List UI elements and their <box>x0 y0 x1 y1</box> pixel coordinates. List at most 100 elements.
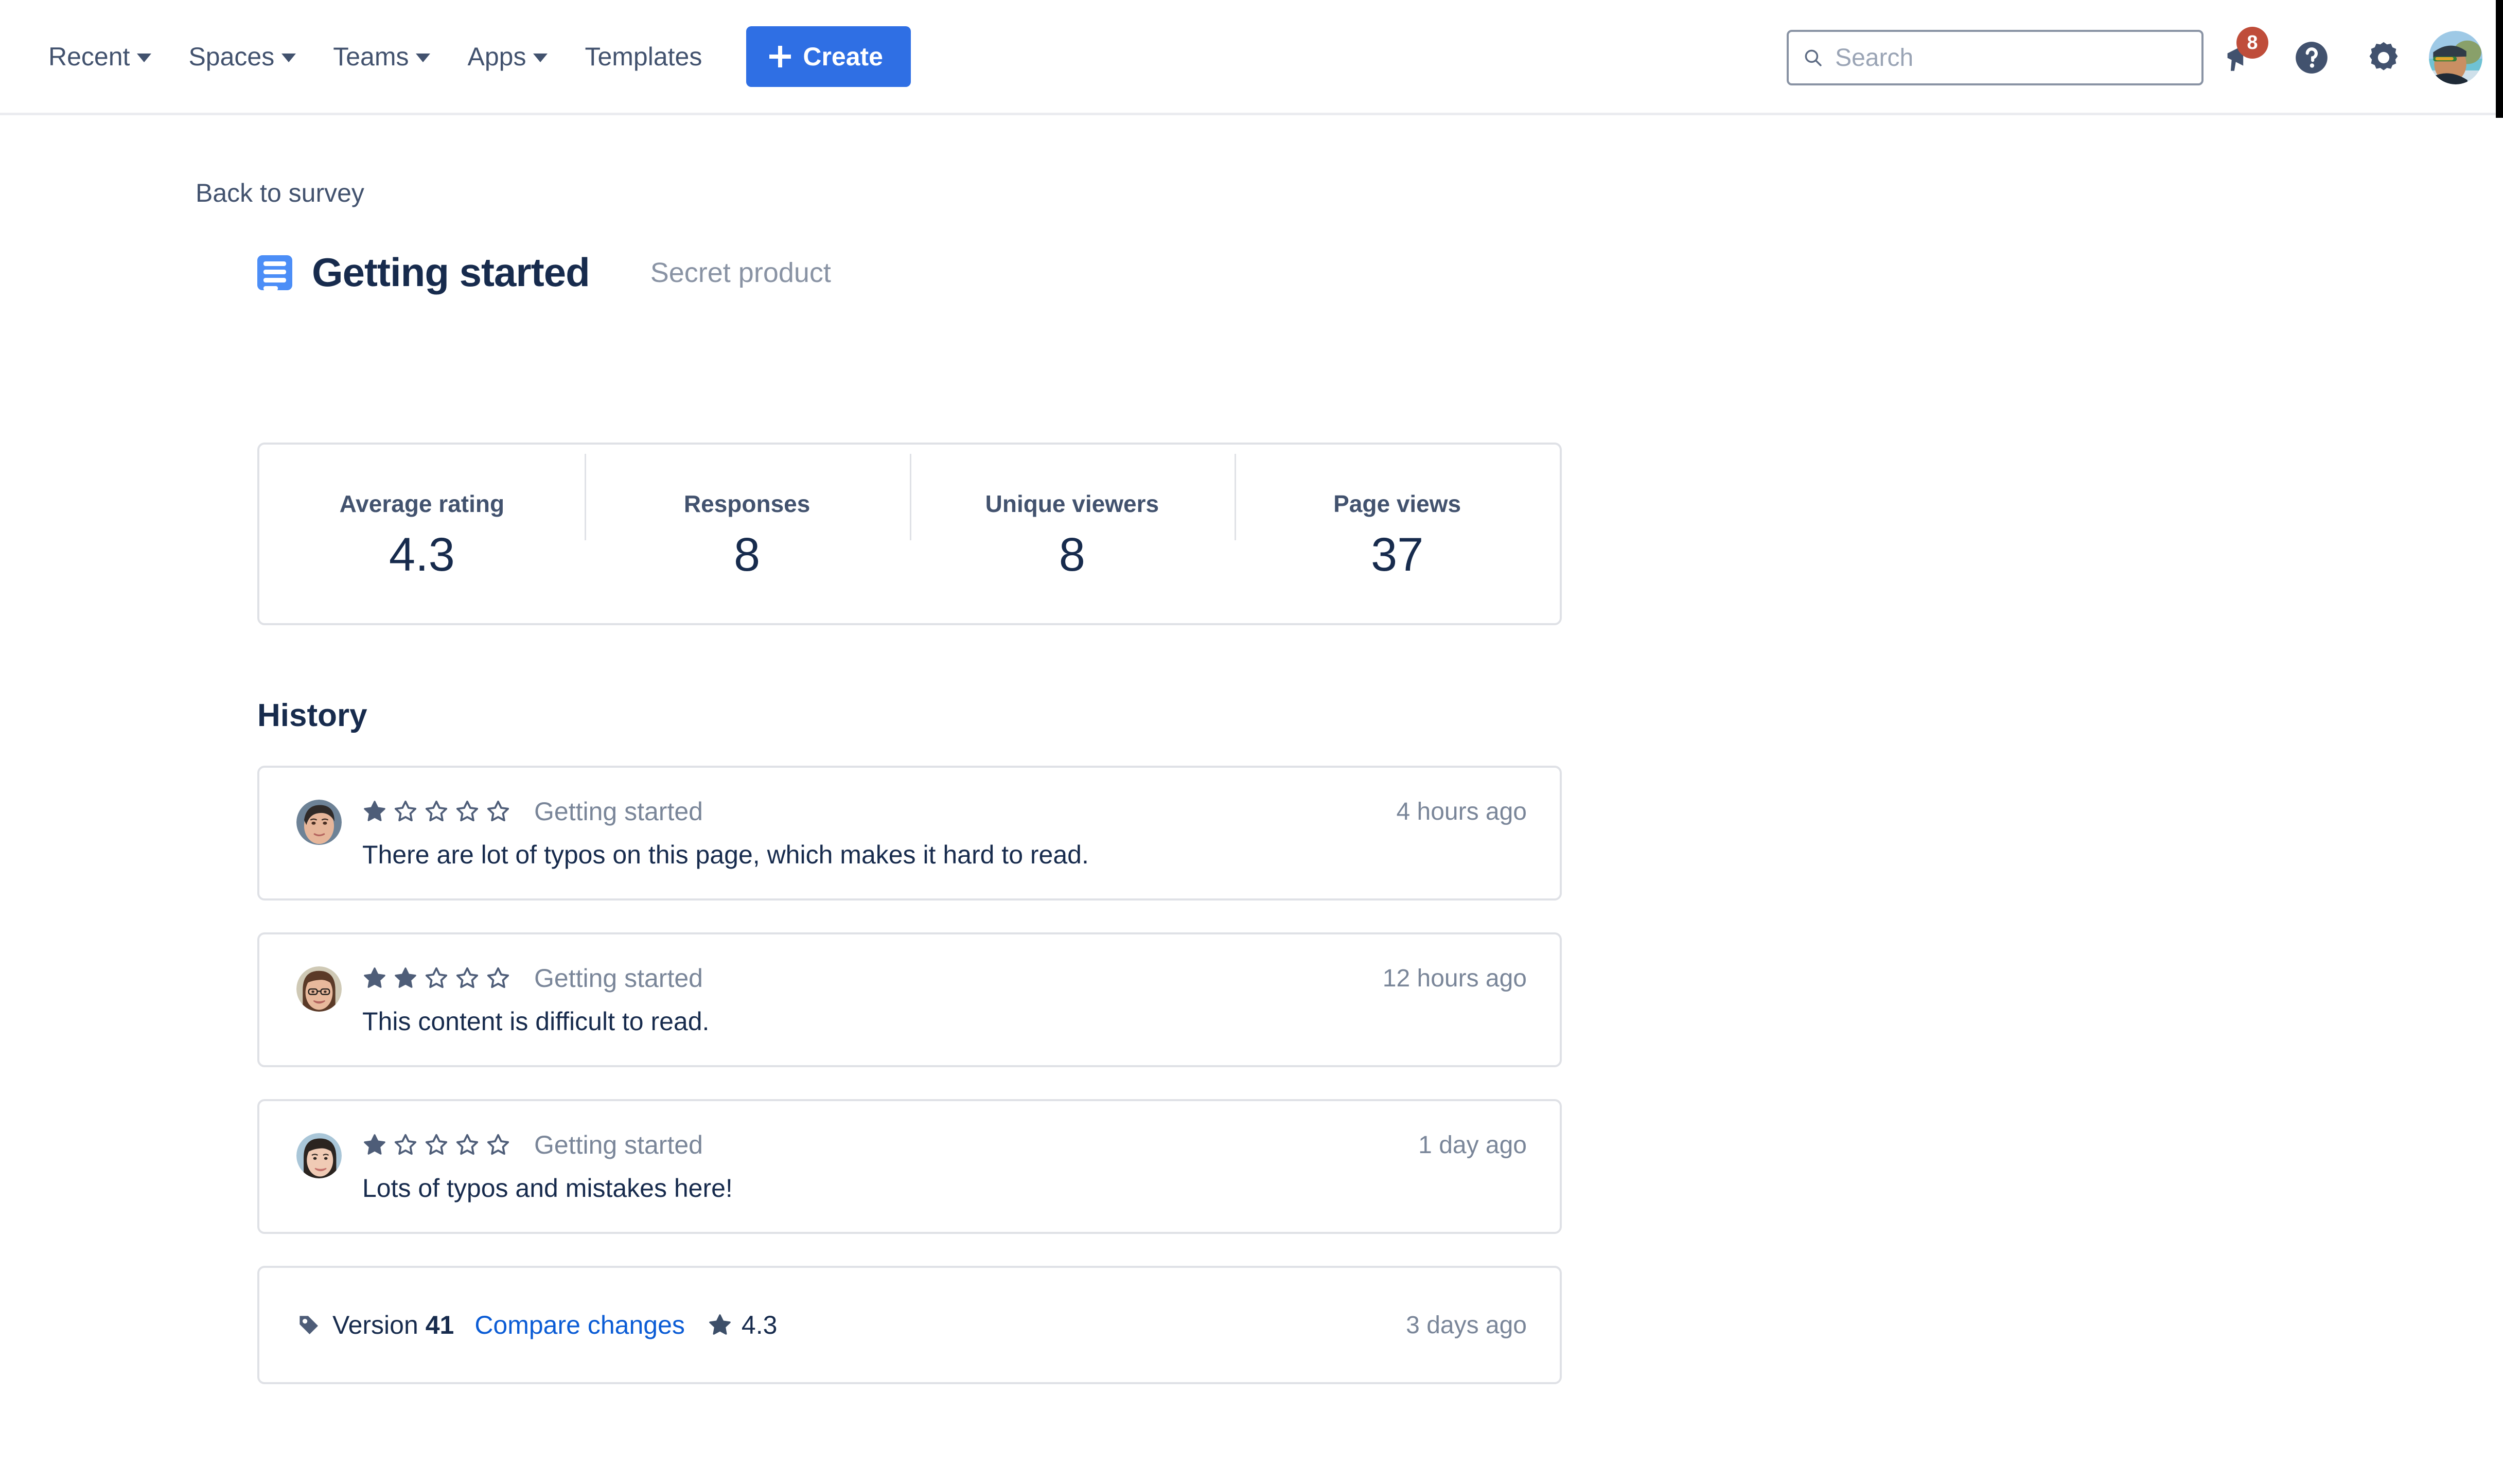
review-header: Getting started 4 hours ago <box>362 797 1527 826</box>
nav-item-label: Apps <box>467 42 526 71</box>
page-document-icon <box>257 255 292 291</box>
create-button-label: Create <box>803 42 883 71</box>
star-filled-icon <box>395 967 416 988</box>
back-to-survey-link[interactable]: Back to survey <box>196 178 364 208</box>
star-outline-icon <box>456 800 479 822</box>
stat-average-rating: Average rating 4.3 <box>259 490 585 578</box>
create-button[interactable]: Create <box>746 26 911 87</box>
review-comment: This content is difficult to read. <box>362 1007 710 1036</box>
star-filled-icon <box>364 801 385 821</box>
review-header: Getting started 1 day ago <box>362 1130 1527 1160</box>
notifications-button[interactable]: 8 <box>2204 22 2276 94</box>
review-page-name: Getting started <box>534 797 703 826</box>
review-comment: Lots of typos and mistakes here! <box>362 1174 733 1203</box>
star-outline-icon <box>425 967 448 988</box>
nav-item-label: Recent <box>48 42 130 71</box>
settings-button[interactable] <box>2348 22 2420 94</box>
version-timestamp: 3 days ago <box>1406 1311 1527 1339</box>
nav-item-label: Spaces <box>188 42 275 71</box>
avatar-image <box>2429 31 2482 84</box>
tag-icon <box>299 1316 318 1334</box>
avatar <box>296 1133 342 1178</box>
nav-item-spaces[interactable]: Spaces <box>170 30 314 83</box>
nav-item-teams[interactable]: Teams <box>314 30 449 83</box>
review-timestamp: 4 hours ago <box>1396 798 1527 825</box>
avatar-image <box>296 800 342 845</box>
star-rating-1 <box>362 799 510 824</box>
review-timestamp: 1 day ago <box>1418 1131 1527 1159</box>
search-input[interactable] <box>1835 43 2188 72</box>
nav-item-templates[interactable]: Templates <box>566 30 720 83</box>
star-rating-2 <box>362 966 510 991</box>
help-button[interactable] <box>2276 22 2348 94</box>
star-filled-icon <box>709 1314 731 1335</box>
review-comment: There are lot of typos on this page, whi… <box>362 840 1089 869</box>
nav-right-tools: 8 <box>1787 0 2482 115</box>
nav-item-label: Templates <box>585 42 702 71</box>
stat-label: Responses <box>683 490 810 517</box>
user-avatar[interactable] <box>2429 31 2482 84</box>
window-edge-strip <box>2496 0 2503 118</box>
star-outline-icon <box>394 1134 417 1155</box>
star-filled-icon <box>364 967 385 988</box>
review-page-name: Getting started <box>534 1130 703 1159</box>
chevron-down-icon <box>416 54 431 62</box>
help-circle-icon <box>2296 42 2328 74</box>
star-rating-3 <box>362 1133 510 1157</box>
stat-label: Unique viewers <box>985 490 1159 517</box>
star-outline-icon <box>456 967 479 988</box>
stat-label: Page views <box>1333 490 1461 517</box>
chevron-down-icon <box>533 54 548 62</box>
star-outline-icon <box>487 1134 509 1155</box>
nav-item-label: Teams <box>333 42 409 71</box>
nav-menu: Recent Spaces Teams Apps Templates Creat… <box>30 26 911 87</box>
top-navigation-bar: Recent Spaces Teams Apps Templates Creat… <box>0 0 2503 118</box>
nav-item-apps[interactable]: Apps <box>449 30 566 83</box>
stat-label: Average rating <box>339 490 505 517</box>
stat-value: 8 <box>1059 528 1085 581</box>
avatar-image <box>296 966 342 1012</box>
avatar <box>296 966 342 1012</box>
stat-page-views: Page views 37 <box>1235 453 1560 581</box>
stat-unique-viewers: Unique viewers 8 <box>909 453 1235 581</box>
plus-icon <box>769 45 791 68</box>
star-outline-icon <box>425 1134 448 1155</box>
compare-changes-link[interactable]: Compare changes <box>474 1310 685 1340</box>
notification-badge: 8 <box>2236 27 2268 59</box>
review-body: Getting started 12 hours ago This conten… <box>362 963 1527 1036</box>
review-body: Getting started 1 day ago Lots of typos … <box>362 1130 1527 1203</box>
version-rating-value: 4.3 <box>741 1311 778 1339</box>
star-outline-icon <box>487 967 509 988</box>
page-content: Back to survey Getting started Secret pr… <box>0 115 2503 1384</box>
star-outline-icon <box>394 800 417 822</box>
page-title-row: Getting started Secret product <box>257 249 2503 296</box>
page-subtitle: Secret product <box>650 257 831 288</box>
star-outline-icon <box>456 1134 479 1155</box>
search-box[interactable] <box>1787 30 2204 85</box>
stat-responses: Responses 8 <box>584 453 910 581</box>
chevron-down-icon <box>137 54 152 62</box>
star-filled-icon <box>364 1134 385 1155</box>
review-row[interactable]: Getting started 4 hours ago There are lo… <box>257 766 1562 900</box>
stat-value: 8 <box>734 528 761 581</box>
review-page-name: Getting started <box>534 964 703 993</box>
avatar-image <box>296 1133 342 1178</box>
history-heading: History <box>257 698 367 733</box>
review-header: Getting started 12 hours ago <box>362 963 1527 993</box>
version-label: Version 41 <box>332 1310 454 1340</box>
review-row[interactable]: Getting started 1 day ago Lots of typos … <box>257 1099 1562 1234</box>
stat-value: 37 <box>1370 528 1424 581</box>
star-outline-icon <box>487 800 509 822</box>
nav-item-recent[interactable]: Recent <box>30 30 170 83</box>
review-row[interactable]: Getting started 12 hours ago This conten… <box>257 932 1562 1067</box>
version-rating: 4.3 <box>708 1310 778 1340</box>
version-number: 41 <box>425 1311 454 1339</box>
version-row[interactable]: Version 41 Compare changes 4.3 3 days ag… <box>257 1266 1562 1384</box>
search-icon <box>1805 49 1822 66</box>
gear-icon <box>2369 42 2398 70</box>
stat-value: 4.3 <box>389 528 455 581</box>
star-outline-icon <box>425 800 448 822</box>
page-title: Getting started <box>312 250 590 295</box>
avatar <box>296 800 342 845</box>
review-timestamp: 12 hours ago <box>1382 964 1527 992</box>
